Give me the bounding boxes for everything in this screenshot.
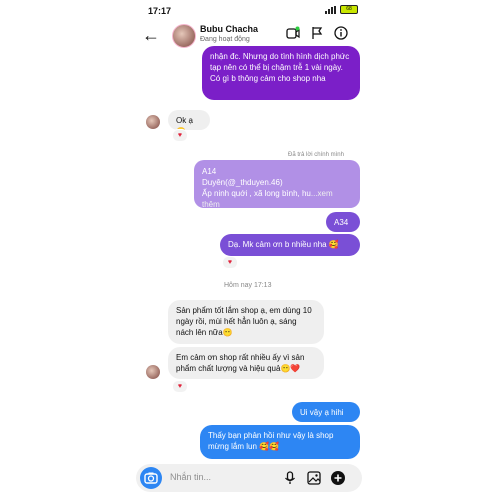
heart-reaction[interactable]: ♥ bbox=[172, 380, 188, 393]
message-composer: Nhắn tin... bbox=[136, 464, 362, 492]
message-sent[interactable]: Dạ. Mk cảm ơn b nhiều nha 🥰 bbox=[220, 234, 360, 256]
plus-icon[interactable] bbox=[330, 470, 346, 486]
replied-message[interactable]: A14 Duyên(@_thduyen.46) Ấp ninh quới , x… bbox=[194, 160, 360, 209]
flag-icon[interactable] bbox=[310, 26, 324, 40]
info-icon[interactable] bbox=[334, 26, 348, 40]
status-bar: 17:17 68 bbox=[130, 0, 368, 20]
chat-screen: 17:17 68 ← Bubu Chacha Đang hoạt động nh… bbox=[130, 0, 368, 498]
message-list: nhận đc. Nhưng do tình hình dịch phức tạ… bbox=[130, 46, 368, 460]
message-received[interactable]: Ok ạ😶 bbox=[168, 110, 210, 136]
microphone-icon[interactable] bbox=[282, 470, 298, 486]
reply-meta: Đã trả lời chính mình bbox=[288, 152, 344, 158]
status-icons: 68 bbox=[325, 5, 358, 14]
message-sent[interactable]: Thấy bạn phản hồi như vậy là shop mừng l… bbox=[200, 425, 360, 459]
message-sent[interactable]: A34 bbox=[326, 212, 360, 232]
heart-reaction[interactable]: ♥ bbox=[222, 256, 238, 269]
battery-icon: 68 bbox=[340, 5, 358, 14]
back-arrow-icon[interactable]: ← bbox=[142, 26, 160, 44]
avatar[interactable] bbox=[172, 24, 196, 48]
message-input[interactable]: Nhắn tin... bbox=[170, 472, 211, 482]
video-call-icon[interactable] bbox=[286, 26, 300, 40]
message-received[interactable]: Em cảm ơn shop rất nhiều ấy vì sản phẩm … bbox=[168, 347, 324, 379]
reply-address: Ấp ninh quới , xã long bình, hu...xem th… bbox=[202, 189, 333, 209]
contact-status: Đang hoạt động bbox=[200, 36, 250, 43]
contact-name[interactable]: Bubu Chacha bbox=[200, 24, 258, 34]
message-sent[interactable]: nhận đc. Nhưng do tình hình dịch phức tạ… bbox=[202, 46, 360, 100]
camera-button[interactable] bbox=[140, 467, 162, 489]
signal-icon bbox=[325, 5, 336, 14]
image-icon[interactable] bbox=[306, 470, 322, 486]
sender-avatar bbox=[146, 365, 160, 379]
time-separator: Hôm nay 17:13 bbox=[224, 282, 272, 289]
status-time: 17:17 bbox=[148, 6, 172, 16]
camera-icon bbox=[144, 472, 158, 484]
message-received[interactable]: Sản phẩm tốt lắm shop ạ, em dùng 10 ngày… bbox=[168, 300, 324, 344]
sender-avatar bbox=[146, 115, 160, 129]
message-sent[interactable]: Ui vậy ạ hihi bbox=[292, 402, 360, 422]
heart-reaction[interactable]: ♥ bbox=[172, 129, 188, 142]
